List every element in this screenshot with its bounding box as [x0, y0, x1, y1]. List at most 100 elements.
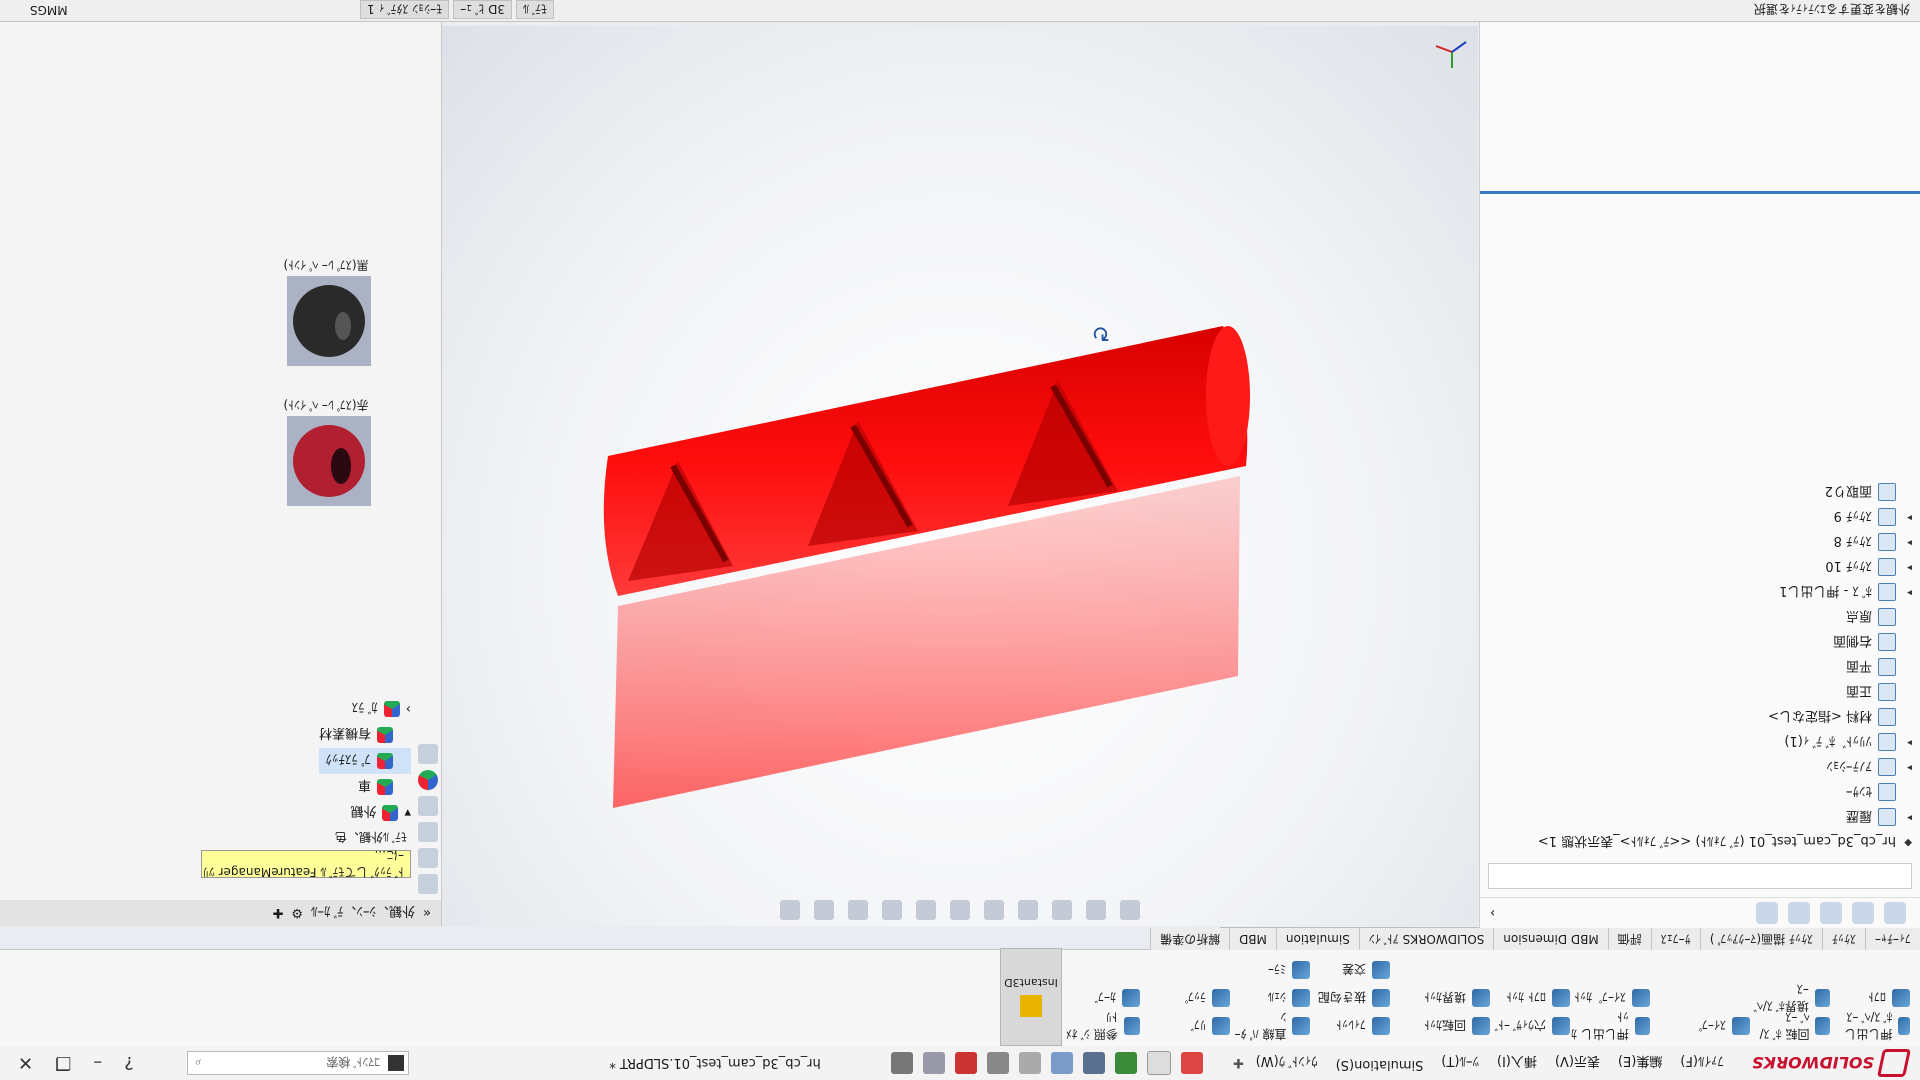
solidworks-resources-icon[interactable]: [418, 874, 438, 894]
tab-mbd[interactable]: MBD: [1229, 928, 1276, 950]
tree-item[interactable]: ▸ ｽｹｯﾁ 9: [1480, 505, 1920, 530]
appearance-tree-item-selected[interactable]: ﾌﾟﾗｽﾁｯｸ: [318, 748, 411, 774]
tree-item[interactable]: 右側面: [1480, 630, 1920, 655]
tree-item[interactable]: ｾﾝｻｰ: [1480, 780, 1920, 805]
extrude-boss-button[interactable]: 押し出し ﾎﾞｽ/ﾍﾞｰｽ: [1830, 1010, 1910, 1041]
menu-simulation[interactable]: Simulation(S): [1334, 1052, 1426, 1075]
select-icon[interactable]: [986, 1052, 1009, 1074]
mirror-button[interactable]: ﾐﾗｰ: [1230, 956, 1310, 984]
graphics-area[interactable]: ↻: [442, 26, 1478, 926]
tab-motion-study[interactable]: ﾓｰｼｮﾝ ｽﾀﾃﾞｨ 1: [360, 0, 450, 20]
tree-item[interactable]: 正面: [1480, 680, 1920, 705]
redo-icon[interactable]: [1018, 1052, 1041, 1074]
file-properties-icon[interactable]: [922, 1052, 945, 1074]
settings-gear-icon[interactable]: ⚙: [291, 906, 303, 921]
new-icon[interactable]: [1180, 1052, 1203, 1074]
tab-features[interactable]: ﾌｨｰﾁｬｰ: [1864, 928, 1920, 950]
collapse-arrow-icon[interactable]: «: [423, 906, 431, 921]
loft-button[interactable]: ﾛﾌﾄ: [1830, 984, 1910, 1012]
solidworks-logo[interactable]: SOLIDWORKS: [1736, 1049, 1920, 1077]
tab-3d-view[interactable]: 3D ﾋﾞｭｰ: [453, 0, 512, 20]
rebuild-icon[interactable]: [954, 1052, 977, 1074]
revolve-boss-button[interactable]: 回転 ﾎﾞｽ/ﾍﾞｰｽ: [1750, 1010, 1830, 1041]
tree-root[interactable]: ◆ hr_cb_3d_cam_test_01 (ﾃﾞﾌｫﾙﾄ) <<ﾃﾞﾌｫﾙﾄ>…: [1480, 830, 1920, 855]
command-search[interactable]: ｺﾏﾝﾄﾞ検索 ⌕: [187, 1051, 410, 1075]
options-gear-icon[interactable]: [890, 1052, 913, 1074]
appearance-tree-item[interactable]: 有機素材: [319, 722, 411, 748]
sweep-button[interactable]: ｽｲｰﾌﾟ: [1670, 1012, 1750, 1040]
tab-evaluate[interactable]: 評価: [1607, 928, 1651, 950]
tab-addins[interactable]: SOLIDWORKS ｱﾄﾞｲﾝ: [1358, 928, 1494, 950]
pin-icon[interactable]: ✚: [1233, 1056, 1244, 1071]
cam-model-render[interactable]: ↻: [442, 26, 1478, 926]
unit-system[interactable]: MMGS: [30, 3, 68, 17]
custom-properties-icon[interactable]: [418, 744, 438, 764]
tree-item[interactable]: 面取り2: [1480, 480, 1920, 505]
property-manager-tab-icon[interactable]: [1852, 902, 1874, 924]
hole-wizard-button[interactable]: 穴ｳｨｻﾞｰﾄﾞ: [1490, 1012, 1570, 1040]
tree-item[interactable]: ▸ ｽｹｯﾁ 8: [1480, 530, 1920, 555]
reference-geometry-button[interactable]: 参照 ｼﾞｵﾒﾄﾘ: [1060, 1010, 1140, 1041]
tree-item[interactable]: 平面: [1480, 655, 1920, 680]
tab-sketch[interactable]: ｽｹｯﾁ: [1821, 928, 1865, 950]
appearance-tree-item[interactable]: › ｶﾞﾗｽ: [319, 696, 411, 722]
tree-item[interactable]: ▸ ｽｹｯﾁ 10: [1480, 555, 1920, 580]
tab-analysis-prep[interactable]: 解析の準備: [1150, 928, 1230, 950]
shell-button[interactable]: ｼｪﾙ: [1230, 984, 1310, 1012]
intersect-button[interactable]: 交差: [1310, 956, 1390, 984]
tab-mbd-dimension[interactable]: MBD Dimension: [1493, 928, 1608, 950]
feature-tree-tab-icon[interactable]: [1884, 902, 1906, 924]
draft-button[interactable]: 抜き勾配: [1310, 984, 1390, 1012]
expand-arrow-icon[interactable]: ›: [1480, 906, 1495, 921]
loft-cut-button[interactable]: ﾛﾌﾄ ｶｯﾄ: [1490, 984, 1570, 1012]
pin-panel-icon[interactable]: ✚: [272, 906, 283, 921]
menu-view[interactable]: 表示(V): [1553, 1052, 1602, 1075]
linear-pattern-button[interactable]: 直線 ﾊﾟﾀｰﾝ: [1230, 1010, 1310, 1041]
configuration-tab-icon[interactable]: [1820, 902, 1842, 924]
print-icon[interactable]: [1082, 1052, 1105, 1074]
rib-button[interactable]: ﾘﾌﾞ: [1150, 1012, 1230, 1040]
file-explorer-icon[interactable]: [418, 822, 438, 842]
appearance-tree-item[interactable]: ▾ 外観: [319, 800, 411, 826]
wrap-button[interactable]: ﾗｯﾌﾟ: [1150, 984, 1230, 1012]
boundary-cut-button[interactable]: 境界ｶｯﾄ: [1410, 984, 1490, 1012]
appearances-icon[interactable]: [418, 770, 438, 790]
tab-surfaces[interactable]: ｻｰﾌｪｽ: [1650, 928, 1700, 950]
display-manager-tab-icon[interactable]: [1756, 902, 1778, 924]
tree-item[interactable]: ▸ 履歴: [1480, 805, 1920, 830]
menu-window[interactable]: ｳｨﾝﾄﾞｳ(W): [1254, 1052, 1320, 1075]
save-icon[interactable]: [1114, 1052, 1137, 1074]
open-icon[interactable]: [1146, 1051, 1171, 1075]
boundary-boss-button[interactable]: 境界ﾎﾞｽ/ﾍﾞｰｽ: [1750, 982, 1830, 1013]
tree-item[interactable]: ▸ ｱﾉﾃｰｼｮﾝ: [1480, 755, 1920, 780]
revolve-cut-button[interactable]: 回転ｶｯﾄ: [1410, 1012, 1490, 1040]
appearance-tree-item[interactable]: 車: [319, 774, 411, 800]
tree-item[interactable]: ▸ ﾎﾞｽ - 押し出し1: [1480, 580, 1920, 605]
menu-edit[interactable]: 編集(E): [1616, 1052, 1664, 1075]
view-palette-icon[interactable]: [418, 796, 438, 816]
minimize-button[interactable]: –: [93, 1053, 102, 1074]
tab-model[interactable]: ﾓﾃﾞﾙ: [515, 0, 554, 20]
close-button[interactable]: ✕: [18, 1053, 33, 1074]
tab-markup[interactable]: ｽｹｯﾁ 描画(ﾏｰｸｱｯﾌﾟ): [1699, 928, 1822, 950]
panel-splitter[interactable]: [1480, 191, 1920, 194]
tree-item[interactable]: ▸ ｿﾘｯﾄﾞ ﾎﾞﾃﾞｨ(1): [1480, 730, 1920, 755]
tree-filter-input[interactable]: [1488, 863, 1912, 889]
sweep-cut-button[interactable]: ｽｲｰﾌﾟ ｶｯﾄ: [1570, 984, 1650, 1012]
extrude-cut-button[interactable]: 押し出し ｶｯﾄ: [1570, 1010, 1650, 1041]
dimxpert-tab-icon[interactable]: [1788, 902, 1810, 924]
fillet-button[interactable]: ﾌｨﾚｯﾄ: [1310, 1012, 1390, 1040]
menu-insert[interactable]: 挿入(I): [1495, 1052, 1539, 1075]
instant3d-button[interactable]: Instant3D: [1000, 948, 1062, 1046]
menu-tools[interactable]: ﾂｰﾙ(T): [1439, 1052, 1481, 1075]
help-icon[interactable]: ?: [124, 1053, 134, 1074]
restore-button[interactable]: ❐: [55, 1053, 71, 1074]
curves-button[interactable]: ｶｰﾌﾞ: [1060, 984, 1140, 1012]
tree-item[interactable]: 材料 <指定なし>: [1480, 705, 1920, 730]
menu-file[interactable]: ﾌｧｲﾙ(F): [1678, 1052, 1726, 1075]
design-library-icon[interactable]: [418, 848, 438, 868]
tree-item[interactable]: 原点: [1480, 605, 1920, 630]
undo-icon[interactable]: [1050, 1052, 1073, 1074]
swatch-red-spray-paint[interactable]: [287, 416, 371, 506]
tab-simulation[interactable]: Simulation: [1275, 928, 1359, 950]
